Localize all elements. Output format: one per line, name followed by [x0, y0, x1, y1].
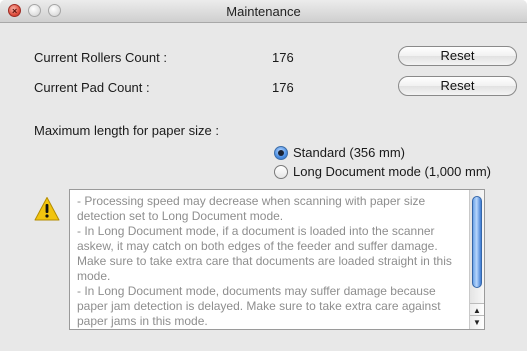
- notice-text: - Processing speed may decrease when sca…: [77, 194, 452, 328]
- radio-standard-label[interactable]: Standard (356 mm): [293, 145, 405, 160]
- pad-count-label: Current Pad Count :: [34, 80, 150, 95]
- radio-long-document-button[interactable]: [274, 165, 288, 179]
- radio-standard[interactable]: Standard (356 mm): [274, 145, 474, 161]
- notice-text-area[interactable]: - Processing speed may decrease when sca…: [69, 189, 485, 330]
- reset-pad-button[interactable]: Reset: [398, 76, 517, 96]
- paper-size-label: Maximum length for paper size :: [34, 123, 219, 138]
- pad-count-value: 176: [272, 80, 294, 95]
- maintenance-window: × Maintenance Current Rollers Count : 17…: [0, 0, 527, 351]
- scroll-down-arrow-icon[interactable]: ▼: [470, 315, 484, 329]
- window-title: Maintenance: [226, 4, 301, 19]
- warning-icon: [34, 197, 60, 221]
- rollers-count-label: Current Rollers Count :: [34, 50, 167, 65]
- radio-long-document[interactable]: Long Document mode (1,000 mm): [274, 164, 514, 180]
- title-bar[interactable]: × Maintenance: [0, 0, 527, 23]
- reset-rollers-button[interactable]: Reset: [398, 46, 517, 66]
- rollers-count-value: 176: [272, 50, 294, 65]
- radio-standard-button[interactable]: [274, 146, 288, 160]
- radio-long-document-label[interactable]: Long Document mode (1,000 mm): [293, 164, 491, 179]
- notice-scrollbar[interactable]: ▲ ▼: [469, 190, 484, 329]
- scrollbar-thumb[interactable]: [472, 196, 482, 288]
